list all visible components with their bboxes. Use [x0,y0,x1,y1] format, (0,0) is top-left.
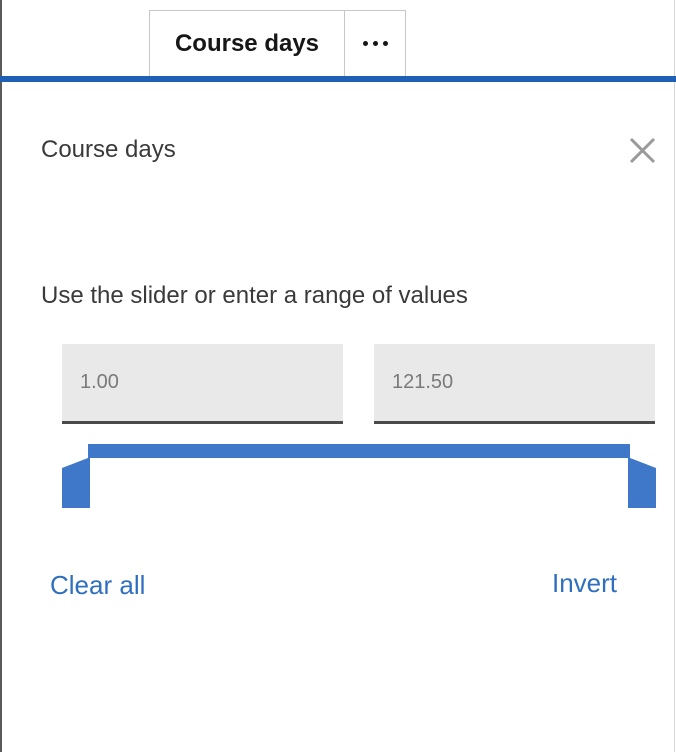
tab-bar: Course days [0,0,676,82]
slider-max-handle[interactable] [626,444,656,513]
panel-title: Course days [41,136,176,163]
tab-course-days[interactable]: Course days [149,10,345,76]
slider-track[interactable] [88,444,628,458]
invert-link[interactable]: Invert [552,568,617,599]
close-icon [629,137,656,164]
range-instructions: Use the slider or enter a range of value… [41,282,468,309]
range-slider[interactable] [62,440,656,510]
range-min-input[interactable] [62,344,343,424]
clear-all-link[interactable]: Clear all [50,570,145,601]
slider-min-handle[interactable] [62,444,92,513]
ellipsis-icon [362,41,388,46]
tab-title-label: Course days [174,29,320,57]
range-max-input[interactable] [374,344,655,424]
active-tab-indicator [0,76,676,82]
close-button[interactable] [623,134,663,170]
more-options-button[interactable] [345,10,406,76]
